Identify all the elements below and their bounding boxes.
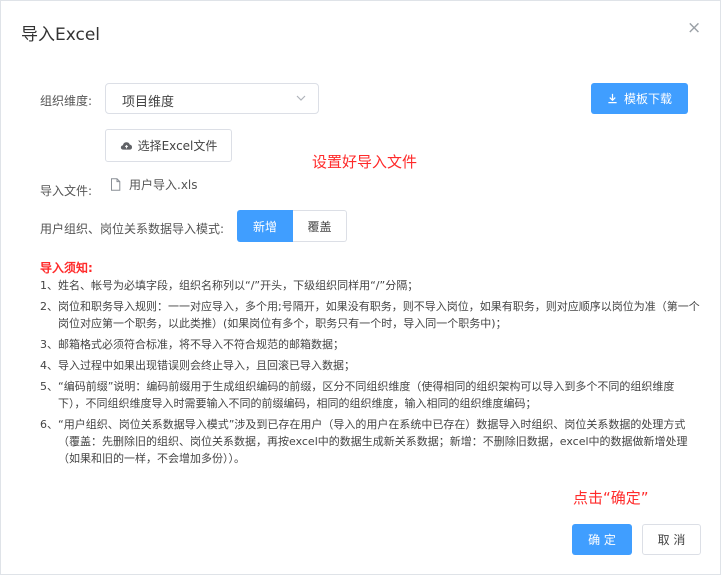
notice-item: 6、 “用户组织、岗位关系数据导入模式”涉及到已存在用户（导入的用户在系统中已存…	[40, 416, 700, 467]
import-file-label: 导入文件:	[40, 184, 93, 198]
notice-item: 2、 岗位和职务导入规则：一一对应导入，多个用;号隔开，如果没有职务，则不导入岗…	[40, 298, 700, 332]
chevron-down-icon	[296, 95, 306, 101]
notice-item-text: 姓名、帐号为必填字段，组织名称列以“/”开头，下级组织同样用“/”分隔；	[58, 279, 419, 292]
close-icon[interactable]: ×	[687, 18, 701, 38]
mode-add-button[interactable]: 新增	[237, 210, 293, 242]
notice-item-number: 1、	[40, 279, 58, 292]
import-excel-dialog: 导入Excel × 组织维度: 项目维度 模板下载 选择Excel文件 设置好导…	[0, 0, 721, 575]
import-mode-toggle: 新增 覆盖	[237, 210, 347, 242]
notice-item-text: 岗位和职务导入规则：一一对应导入，多个用;号隔开，如果没有职务，则不导入岗位，如…	[58, 300, 700, 330]
notice-item-text: 邮箱格式必须符合标准，将不导入不符合规范的邮箱数据；	[58, 338, 344, 351]
notice-item-text: “编码前缀”说明：编码前缀用于生成组织编码的前缀，区分不同组织维度（使得相同的组…	[58, 380, 675, 410]
selected-file-name: 用户导入.xls	[129, 178, 198, 192]
mode-overwrite-button[interactable]: 覆盖	[293, 210, 347, 242]
dimension-select-value: 项目维度	[122, 95, 175, 110]
click-confirm-hint: 点击“确定”	[573, 489, 649, 507]
import-notice-list: 1、 姓名、帐号为必填字段，组织名称列以“/”开头，下级组织同样用“/”分隔； …	[40, 277, 700, 471]
choose-excel-file-button[interactable]: 选择Excel文件	[105, 129, 232, 162]
notice-item-text: “用户组织、岗位关系数据导入模式”涉及到已存在用户（导入的用户在系统中已存在）数…	[58, 418, 688, 465]
notice-item-number: 4、	[40, 359, 58, 372]
dialog-title: 导入Excel	[21, 25, 101, 45]
notice-item-number: 6、	[40, 418, 58, 431]
notice-item-number: 2、	[40, 300, 58, 313]
notice-item: 5、 “编码前缀”说明：编码前缀用于生成组织编码的前缀，区分不同组织维度（使得相…	[40, 378, 700, 412]
notice-item-number: 5、	[40, 380, 58, 393]
template-download-button[interactable]: 模板下载	[591, 83, 688, 114]
cancel-button[interactable]: 取 消	[642, 524, 701, 555]
notice-item-number: 3、	[40, 338, 58, 351]
file-icon	[111, 178, 121, 191]
notice-item: 1、 姓名、帐号为必填字段，组织名称列以“/”开头，下级组织同样用“/”分隔；	[40, 277, 700, 294]
import-mode-label: 用户组织、岗位关系数据导入模式:	[40, 222, 225, 236]
confirm-button[interactable]: 确 定	[572, 524, 632, 555]
dimension-select[interactable]: 项目维度	[105, 83, 319, 114]
notice-item: 4、 导入过程中如果出现错误则会终止导入，且回滚已导入数据；	[40, 357, 700, 374]
dimension-label: 组织维度:	[40, 94, 93, 108]
selected-file[interactable]: 用户导入.xls	[110, 176, 198, 193]
template-download-label: 模板下载	[623, 92, 672, 106]
cloud-upload-icon	[120, 142, 132, 150]
notice-item: 3、 邮箱格式必须符合标准，将不导入不符合规范的邮箱数据；	[40, 336, 700, 353]
notice-item-text: 导入过程中如果出现错误则会终止导入，且回滚已导入数据；	[58, 359, 355, 372]
choose-excel-file-label: 选择Excel文件	[137, 139, 218, 153]
download-icon	[608, 93, 617, 104]
set-import-file-hint: 设置好导入文件	[312, 153, 418, 171]
import-notice-title: 导入须知:	[40, 261, 93, 275]
